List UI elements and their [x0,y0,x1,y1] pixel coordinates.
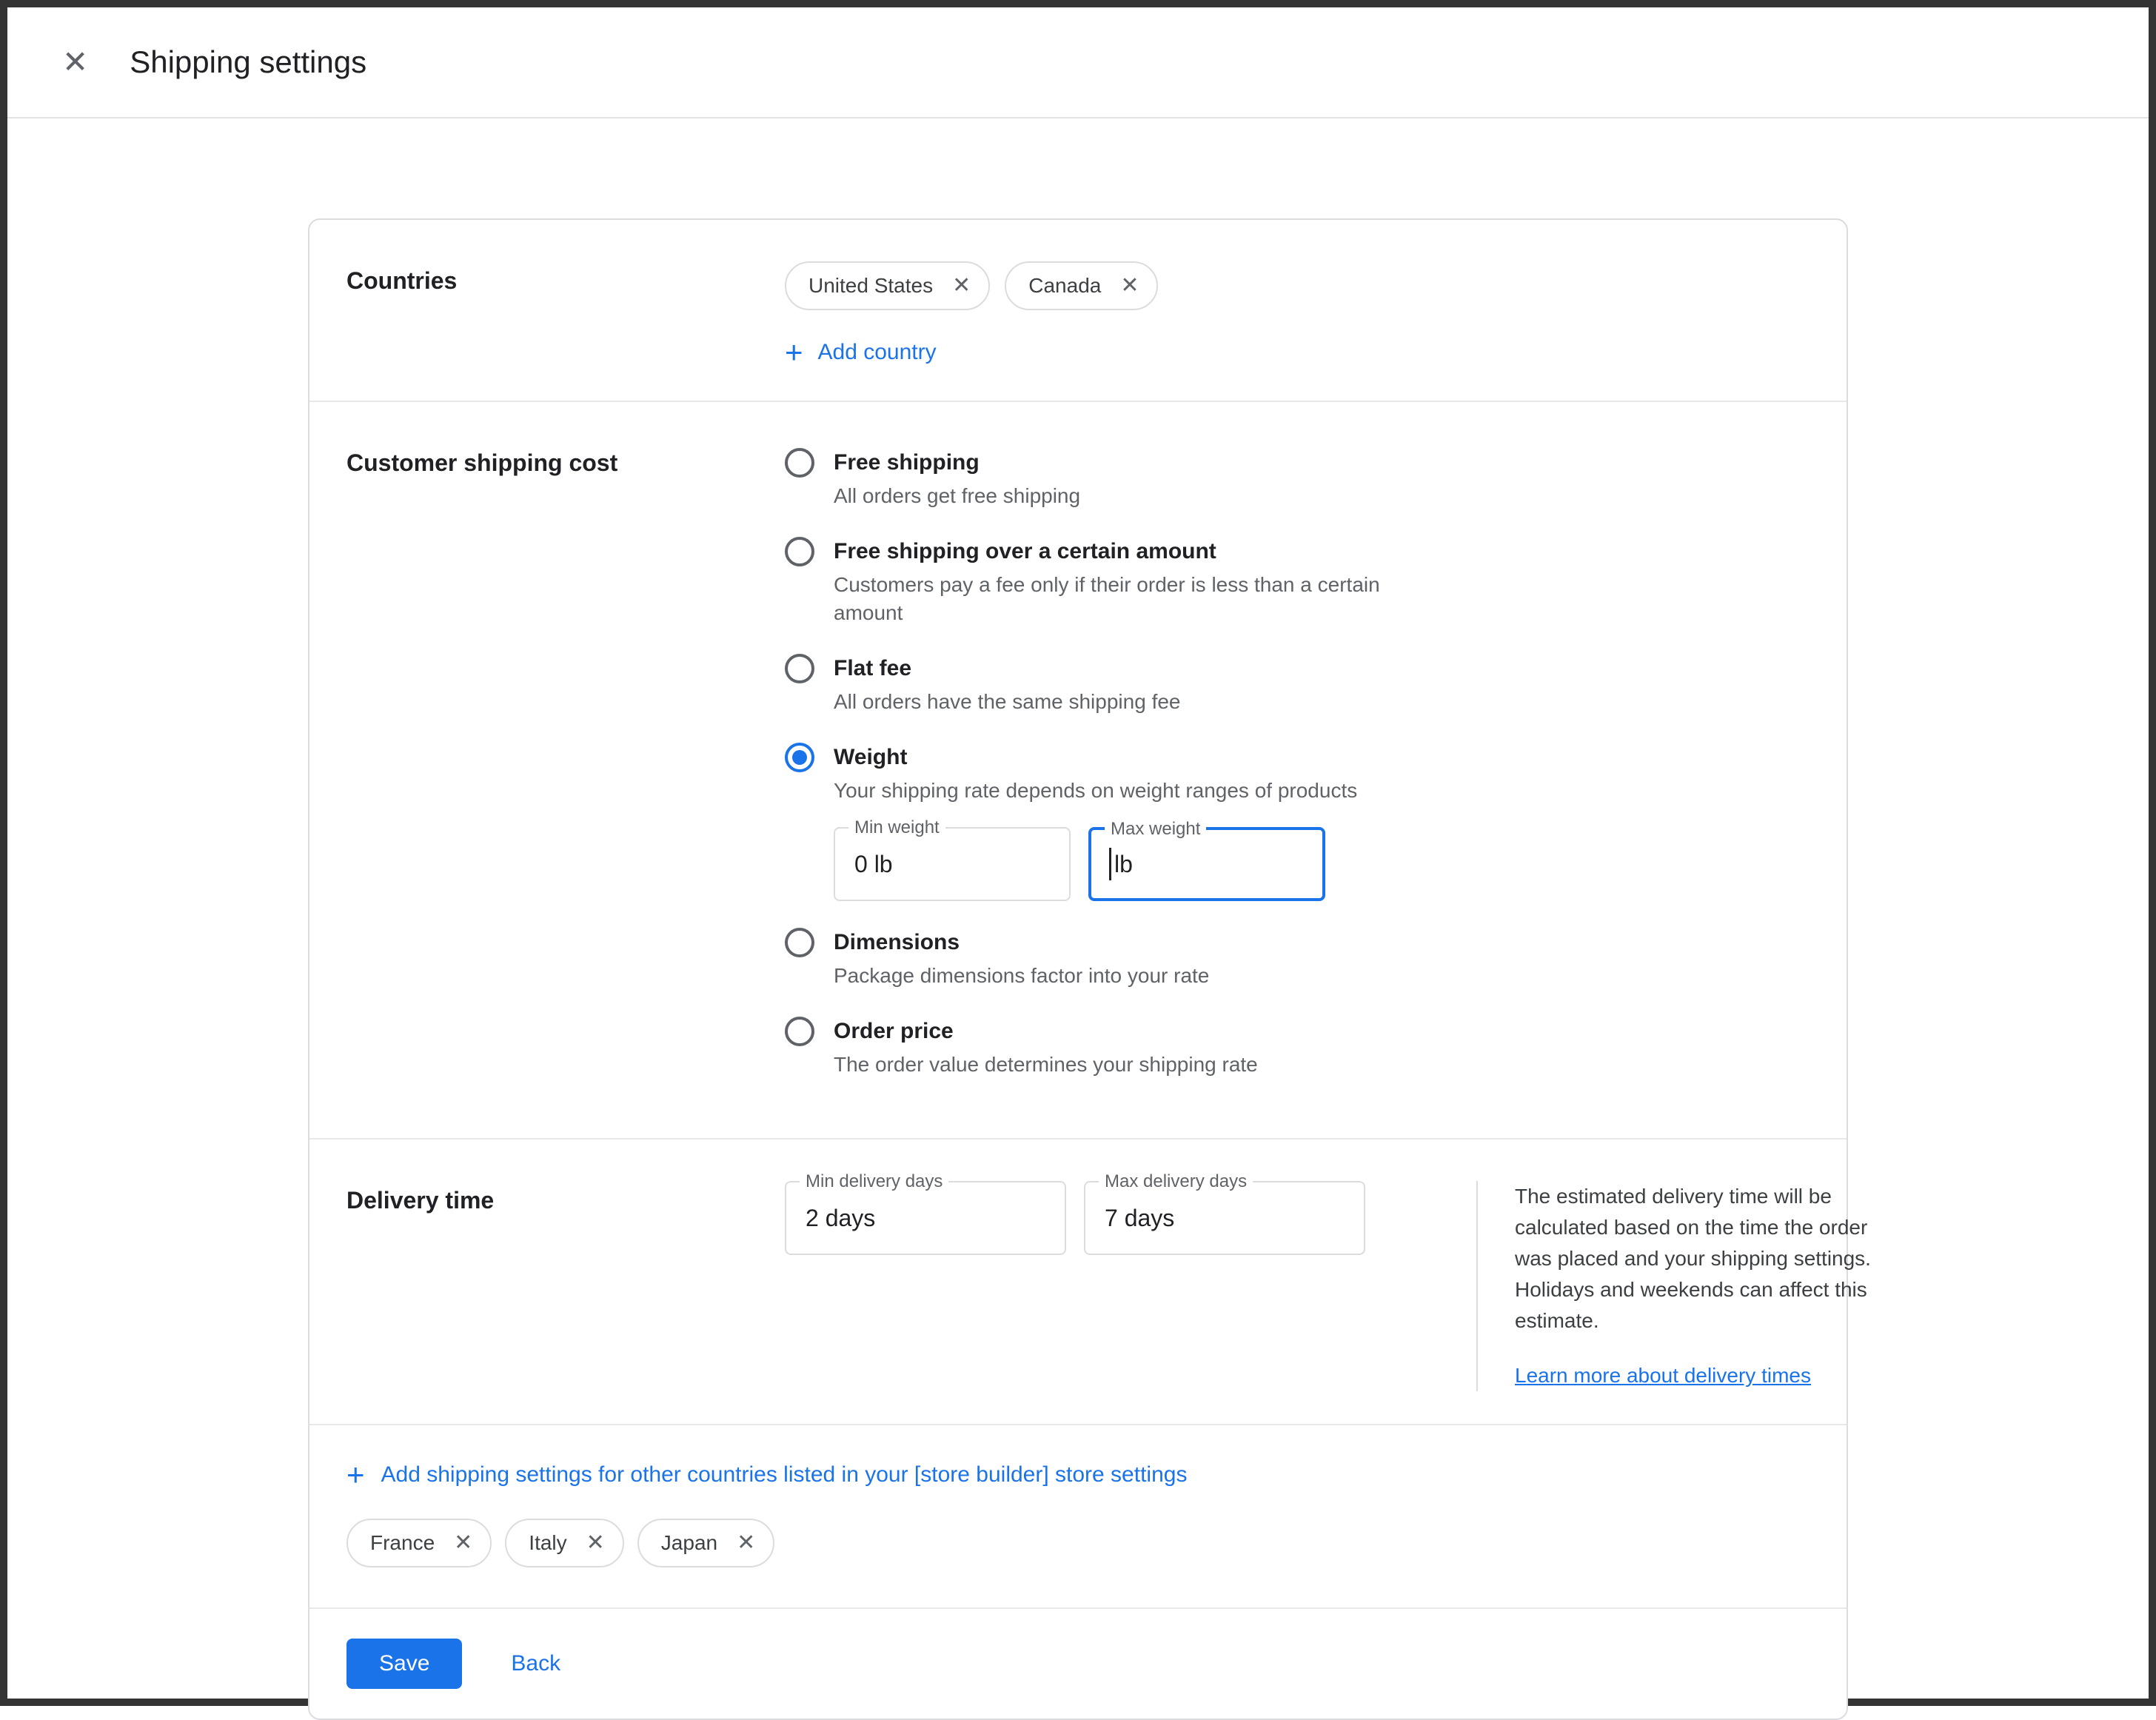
min-weight-field[interactable]: Min weight 0 lb [834,827,1071,901]
option-title: Order price [834,1017,1258,1046]
max-weight-value: lb [1114,851,1133,878]
shipping-cost-section: Customer shipping cost Free shipping All… [309,401,1847,1138]
country-chip-canada[interactable]: Canada ✕ [1005,261,1158,310]
delivery-help-text: The estimated delivery time will be calc… [1515,1181,1872,1336]
option-title: Dimensions [834,928,1209,957]
country-chip-italy[interactable]: Italy ✕ [505,1519,624,1567]
radio-icon[interactable] [785,928,814,957]
radio-icon[interactable] [785,537,814,566]
footer: Save Back [309,1607,1847,1719]
shipping-cost-label: Customer shipping cost [346,444,785,1105]
dialog-header: ✕ Shipping settings [7,7,2149,118]
option-description: Package dimensions factor into your rate [834,962,1209,990]
other-countries-section: + Add shipping settings for other countr… [309,1424,1847,1607]
min-delivery-days-field[interactable]: Min delivery days 2 days [785,1181,1066,1255]
option-text: Dimensions Package dimensions factor int… [834,928,1209,990]
option-description: Customers pay a fee only if their order … [834,571,1419,627]
back-button[interactable]: Back [511,1651,560,1676]
page-title: Shipping settings [130,44,366,80]
remove-country-icon[interactable]: ✕ [454,1532,472,1554]
option-description: All orders get free shipping [834,482,1080,510]
min-weight-value: 0 lb [854,851,893,878]
max-delivery-days-label: Max delivery days [1099,1172,1253,1191]
max-weight-label: Max weight [1105,820,1206,839]
countries-content: United States ✕ Canada ✕ + Add country [785,261,1158,368]
option-description: All orders have the same shipping fee [834,688,1181,716]
option-title: Weight [834,743,1357,772]
option-title: Flat fee [834,654,1181,683]
delivery-time-content: Min delivery days 2 days Max delivery da… [785,1181,1872,1391]
delivery-times-link[interactable]: Learn more about delivery times [1515,1360,1811,1391]
radio-icon[interactable] [785,743,814,772]
option-description: The order value determines your shipping… [834,1051,1258,1079]
min-delivery-days-value: 2 days [806,1205,875,1232]
option-text: Order price The order value determines y… [834,1017,1258,1079]
other-country-chips: France ✕ Italy ✕ Japan ✕ [346,1519,1810,1567]
delivery-fields: Min delivery days 2 days Max delivery da… [785,1181,1365,1255]
option-text: Flat fee All orders have the same shippi… [834,654,1181,716]
option-text: Weight Your shipping rate depends on wei… [834,743,1357,901]
chip-label: Canada [1028,274,1101,298]
add-country-label: Add country [818,340,937,365]
option-title: Free shipping over a certain amount [834,537,1419,566]
remove-country-icon[interactable]: ✕ [952,275,971,297]
shipping-cost-options: Free shipping All orders get free shippi… [785,444,1419,1105]
radio-icon[interactable] [785,654,814,683]
chip-label: France [370,1531,435,1555]
close-icon[interactable]: ✕ [62,47,88,78]
option-weight[interactable]: Weight Your shipping rate depends on wei… [785,743,1419,901]
country-chip-france[interactable]: France ✕ [346,1519,492,1567]
country-chip-united-states[interactable]: United States ✕ [785,261,990,310]
max-delivery-days-field[interactable]: Max delivery days 7 days [1084,1181,1365,1255]
option-dimensions[interactable]: Dimensions Package dimensions factor int… [785,928,1419,990]
option-order-price[interactable]: Order price The order value determines y… [785,1017,1419,1079]
option-title: Free shipping [834,448,1080,478]
option-free-shipping[interactable]: Free shipping All orders get free shippi… [785,448,1419,510]
countries-label: Countries [346,261,785,368]
weight-fields: Min weight 0 lb Max weight lb [834,827,1357,901]
chip-label: Italy [529,1531,566,1555]
radio-icon[interactable] [785,1017,814,1046]
add-other-countries-label: Add shipping settings for other countrie… [381,1462,1188,1488]
plus-icon: + [785,337,803,368]
delivery-help: The estimated delivery time will be calc… [1476,1181,1872,1391]
chip-label: Japan [661,1531,717,1555]
remove-country-icon[interactable]: ✕ [586,1532,605,1554]
delivery-time-label: Delivery time [346,1181,785,1391]
option-text: Free shipping over a certain amount Cust… [834,537,1419,627]
save-button[interactable]: Save [346,1639,462,1689]
max-delivery-days-value: 7 days [1105,1205,1174,1232]
min-delivery-days-label: Min delivery days [800,1172,948,1191]
chip-label: United States [808,274,933,298]
add-country-button[interactable]: + Add country [785,337,1158,368]
radio-icon[interactable] [785,448,814,478]
option-description: Your shipping rate depends on weight ran… [834,777,1357,805]
option-flat-fee[interactable]: Flat fee All orders have the same shippi… [785,654,1419,716]
shipping-settings-card: Countries United States ✕ Canada ✕ + Add… [308,218,1848,1720]
plus-icon: + [346,1459,365,1490]
min-weight-label: Min weight [848,818,945,837]
option-text: Free shipping All orders get free shippi… [834,448,1080,510]
max-weight-field[interactable]: Max weight lb [1088,827,1325,901]
text-cursor [1109,848,1111,880]
option-free-shipping-over-amount[interactable]: Free shipping over a certain amount Cust… [785,537,1419,627]
add-other-countries-button[interactable]: + Add shipping settings for other countr… [346,1459,1810,1490]
remove-country-icon[interactable]: ✕ [737,1532,755,1554]
country-chip-japan[interactable]: Japan ✕ [637,1519,774,1567]
countries-section: Countries United States ✕ Canada ✕ + Add… [309,220,1847,401]
country-chips: United States ✕ Canada ✕ [785,261,1158,310]
remove-country-icon[interactable]: ✕ [1120,275,1139,297]
delivery-time-section: Delivery time Min delivery days 2 days M… [309,1138,1847,1424]
